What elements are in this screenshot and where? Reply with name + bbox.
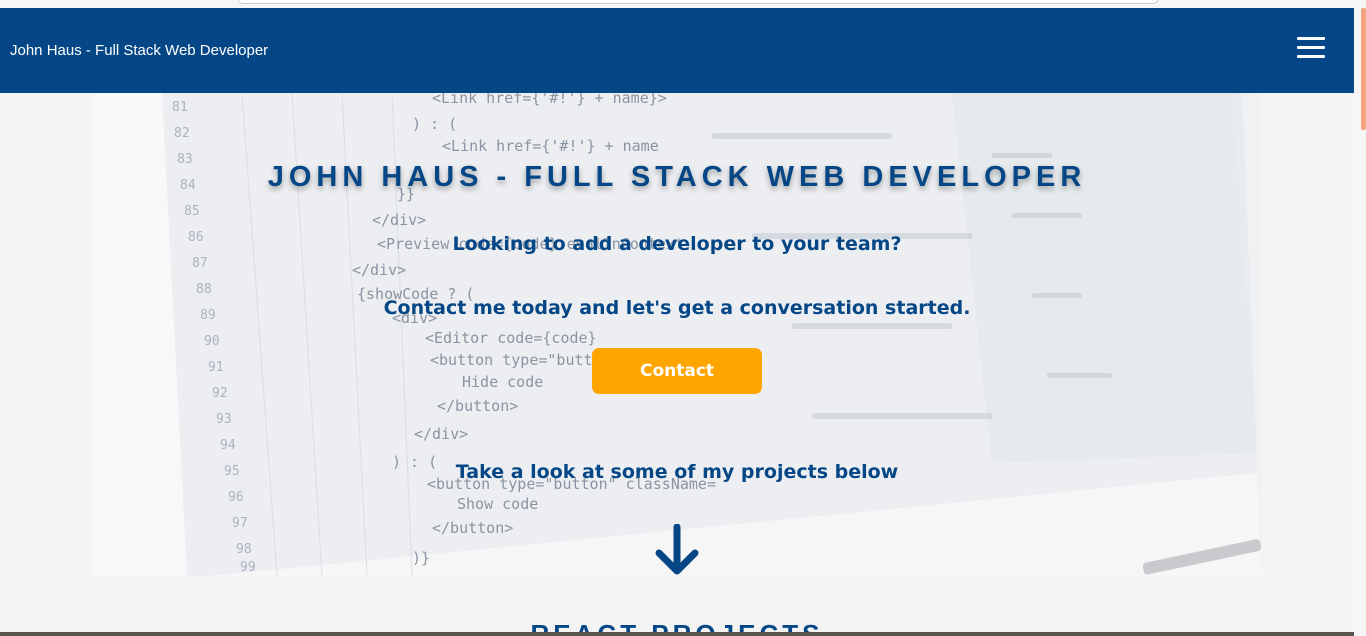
navbar: John Haus - Full Stack Web Developer [0,8,1354,93]
next-section-edge [0,632,1354,636]
hero-title: JOHN HAUS - FULL STACK WEB DEVELOPER [267,161,1087,193]
contact-button[interactable]: Contact [592,348,762,394]
brand-link[interactable]: John Haus - Full Stack Web Developer [10,42,268,59]
page-scrollbar[interactable] [1354,8,1366,632]
projects-hint: Take a look at some of my projects below [455,461,899,483]
hamburger-menu-icon[interactable] [1297,37,1325,61]
browser-top-strip [0,0,1366,8]
scrollbar-thumb[interactable] [1361,8,1366,130]
hero-cta-text: Contact me today and let's get a convers… [383,297,971,319]
arrow-down-icon[interactable] [653,524,701,576]
hero-section: 81 82 83 84 85 86 87 88 89 90 91 92 93 94 95 96 97 9… [92,93,1262,576]
hero-tagline: Looking to add a developer to your team? [452,233,902,255]
address-bar-edge [237,0,1159,4]
